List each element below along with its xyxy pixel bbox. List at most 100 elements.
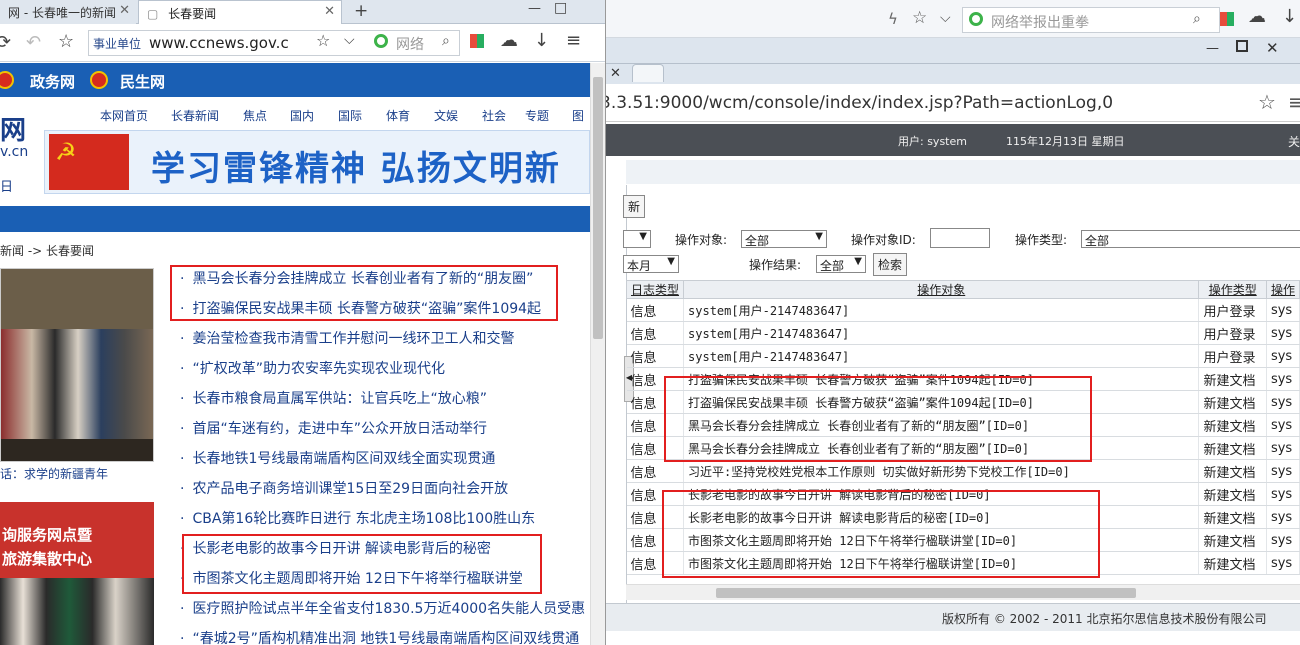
menu-item-entertainment[interactable]: 文娱 bbox=[434, 107, 458, 124]
chevron-down-icon[interactable]: ⌵ bbox=[344, 32, 355, 48]
download-icon[interactable]: ↓ bbox=[534, 30, 549, 51]
minimize-button[interactable]: — bbox=[528, 1, 541, 16]
news-title[interactable]: 医疗照护险试点半年全省支付1830.5万近4000名失能人员受惠 bbox=[192, 601, 585, 617]
bookmark-star-icon[interactable]: ☆ bbox=[316, 31, 330, 50]
address-input[interactable]: www.ccnews.gov.c bbox=[149, 34, 289, 52]
maximize-button[interactable] bbox=[1236, 40, 1248, 52]
news-item[interactable]: · 首届“车迷有约，走进中车”公众开放日活动举行 bbox=[180, 418, 487, 448]
news-item[interactable]: · 长春市粮食局直属军供站：让官兵吃上“放心粮” bbox=[180, 388, 487, 418]
search-input[interactable]: 网络举报出重拳 bbox=[991, 12, 1089, 32]
object-id-input[interactable] bbox=[930, 228, 990, 248]
news-item[interactable]: · “扩权改革”助力农安率先实现农业现代化 bbox=[180, 358, 445, 388]
news-item[interactable]: · 农产品电子商务培训课堂15日至29日面向社会开放 bbox=[180, 478, 508, 508]
chevron-down-icon[interactable]: ⌵ bbox=[940, 10, 951, 26]
news-photo-xinjiang-youth[interactable] bbox=[0, 268, 154, 462]
photo-caption[interactable]: 话：求学的新疆青年 bbox=[0, 465, 108, 482]
operation-type-select[interactable]: 全部 bbox=[1081, 230, 1300, 248]
highlight-box bbox=[662, 490, 1100, 578]
news-item[interactable]: · 医疗照护险试点半年全省支付1830.5万近4000名失能人员受惠 bbox=[180, 598, 585, 628]
menu-item-home[interactable]: 本网首页 bbox=[100, 107, 148, 124]
menu-item-society[interactable]: 社会 bbox=[482, 107, 506, 124]
news-item[interactable]: · “春城2号”盾构机精准出洞 地铁1号线最南端盾构区间双线贯通 bbox=[180, 628, 579, 645]
cell-object: system[用户-2147483647] bbox=[683, 298, 1200, 322]
lei-feng-banner[interactable]: ☭ 学习雷锋精神 弘扬文明新 bbox=[44, 130, 590, 194]
log-type-select[interactable]: ▼ bbox=[623, 230, 651, 248]
result-select[interactable]: 全部 ▼ bbox=[816, 255, 866, 273]
menu-item-sports[interactable]: 体育 bbox=[386, 107, 410, 124]
left-tab-bar: 网 - 长春唯一的新闻 ✕ ▢ 长春要闻 ✕ + — □ bbox=[0, 0, 605, 24]
photo-stage bbox=[1, 269, 153, 329]
cloud-icon[interactable]: ☁ bbox=[1248, 6, 1266, 27]
maximize-button[interactable]: □ bbox=[554, 0, 567, 16]
news-photo-service-center[interactable]: 询服务网点暨 旅游集散中心 bbox=[0, 502, 154, 645]
right-search-box[interactable]: 网络举报出重拳 ⌕ bbox=[962, 7, 1220, 33]
news-title[interactable]: “扩权改革”助力农安率先实现农业现代化 bbox=[192, 361, 445, 377]
column-header-operation-type[interactable]: 操作类型 bbox=[1198, 280, 1267, 299]
inner-address-bar[interactable]: 3.3.51:9000/wcm/console/index/index.jsp?… bbox=[606, 86, 1300, 122]
close-icon[interactable]: ✕ bbox=[119, 3, 130, 18]
table-row[interactable]: 信息 system[用户-2147483647] 用户登录 sys bbox=[626, 344, 1300, 368]
column-header-operator[interactable]: 操作 bbox=[1265, 280, 1300, 299]
news-title[interactable]: 长春市粮食局直属军供站：让官兵吃上“放心粮” bbox=[192, 391, 487, 407]
download-icon[interactable]: ↓ bbox=[1282, 6, 1297, 27]
cell-operator: sys bbox=[1266, 344, 1300, 368]
site-logo[interactable]: 网 bbox=[0, 110, 26, 147]
search-input[interactable]: 网络 bbox=[396, 34, 424, 54]
column-header-object[interactable]: 操作对象 bbox=[683, 280, 1200, 299]
table-row[interactable]: 信息 system[用户-2147483647] 用户登录 sys bbox=[626, 298, 1300, 322]
scrollbar-thumb[interactable] bbox=[593, 77, 603, 339]
scrollbar-thumb[interactable] bbox=[716, 588, 1136, 598]
menu-item-focus[interactable]: 焦点 bbox=[243, 107, 267, 124]
apps-icon[interactable] bbox=[1220, 12, 1234, 26]
news-title[interactable]: 农产品电子商务培训课堂15日至29日面向社会开放 bbox=[192, 481, 508, 497]
tab-ccnews-home[interactable]: 网 - 长春唯一的新闻 ✕ bbox=[0, 0, 136, 24]
new-tab-button[interactable]: + bbox=[354, 1, 368, 21]
news-title[interactable]: 长春地铁1号线最南端盾构区间双线全面实现贯通 bbox=[192, 451, 495, 467]
menu-item-special[interactable]: 专题 bbox=[525, 107, 549, 124]
new-tab-button[interactable] bbox=[632, 64, 664, 82]
new-button[interactable]: 新 bbox=[623, 195, 646, 218]
cloud-icon[interactable]: ☁ bbox=[500, 30, 518, 51]
table-row[interactable]: 信息 system[用户-2147483647] 用户登录 sys bbox=[626, 321, 1300, 345]
star-icon[interactable]: ☆ bbox=[58, 31, 74, 52]
lightning-icon[interactable]: ϟ bbox=[888, 10, 898, 28]
close-link[interactable]: 关 bbox=[1288, 133, 1300, 150]
close-icon[interactable]: ✕ bbox=[610, 66, 621, 81]
tab-changchun-news[interactable]: ▢ 长春要闻 ✕ bbox=[138, 0, 342, 24]
news-title[interactable]: 首届“车迷有约，走进中车”公众开放日活动举行 bbox=[192, 421, 487, 437]
menu-item-domestic[interactable]: 国内 bbox=[290, 107, 314, 124]
left-search-box[interactable]: 网络 ⌕ bbox=[370, 31, 460, 55]
horizontal-scrollbar[interactable] bbox=[626, 584, 1300, 600]
table-row[interactable]: 信息 习近平:坚持党校姓党根本工作原则 切实做好新形势下党校工作[ID=0] 新建文… bbox=[626, 459, 1300, 483]
menu-item-changchun-news[interactable]: 长春新闻 bbox=[171, 107, 219, 124]
banner-text: 学习雷锋精神 弘扬文明新 bbox=[151, 149, 561, 189]
livelihood-portal-link[interactable]: 民生网 bbox=[120, 71, 165, 92]
refresh-icon[interactable]: ⟳ bbox=[0, 32, 11, 53]
gov-portal-link[interactable]: 政务网 bbox=[30, 71, 75, 92]
news-item[interactable]: · 姜治莹检查我市清雪工作并慰问一线环卫工人和交警 bbox=[180, 328, 514, 358]
cell-operation-type: 用户登录 bbox=[1198, 321, 1267, 345]
menu-item-pictures[interactable]: 图 bbox=[572, 107, 584, 124]
search-icon[interactable]: ⌕ bbox=[442, 33, 450, 49]
star-icon[interactable]: ☆ bbox=[912, 8, 927, 28]
operation-object-select[interactable]: 全部 ▼ bbox=[741, 230, 827, 248]
menu-icon[interactable]: ≡ bbox=[566, 30, 581, 51]
apps-icon[interactable] bbox=[470, 34, 484, 48]
minimize-button[interactable]: — bbox=[1206, 41, 1219, 56]
bookmark-star-icon[interactable]: ☆ bbox=[1258, 90, 1276, 114]
menu-icon[interactable]: ≡ bbox=[1288, 90, 1300, 114]
address-input[interactable]: 3.3.51:9000/wcm/console/index/index.jsp?… bbox=[606, 93, 1113, 113]
news-title[interactable]: “春城2号”盾构机精准出洞 地铁1号线最南端盾构区间双线贯通 bbox=[192, 631, 579, 645]
search-icon[interactable]: ⌕ bbox=[1193, 11, 1201, 27]
column-header-log-type[interactable]: 日志类型 bbox=[625, 280, 685, 299]
menu-item-international[interactable]: 国际 bbox=[338, 107, 362, 124]
news-title[interactable]: 姜治莹检查我市清雪工作并慰问一线环卫工人和交警 bbox=[192, 331, 514, 347]
search-button[interactable]: 检索 bbox=[873, 253, 908, 276]
news-item[interactable]: · 长春地铁1号线最南端盾构区间双线全面实现贯通 bbox=[180, 448, 495, 478]
close-icon[interactable]: ✕ bbox=[324, 4, 335, 19]
news-title[interactable]: CBA第16轮比赛昨日进行 东北虎主场108比100胜山东 bbox=[192, 511, 535, 527]
undo-icon[interactable]: ↶ bbox=[26, 32, 41, 53]
close-window-button[interactable]: ✕ bbox=[1266, 39, 1279, 57]
left-scrollbar[interactable] bbox=[590, 63, 605, 645]
period-select[interactable]: 本月 ▼ bbox=[623, 255, 679, 273]
